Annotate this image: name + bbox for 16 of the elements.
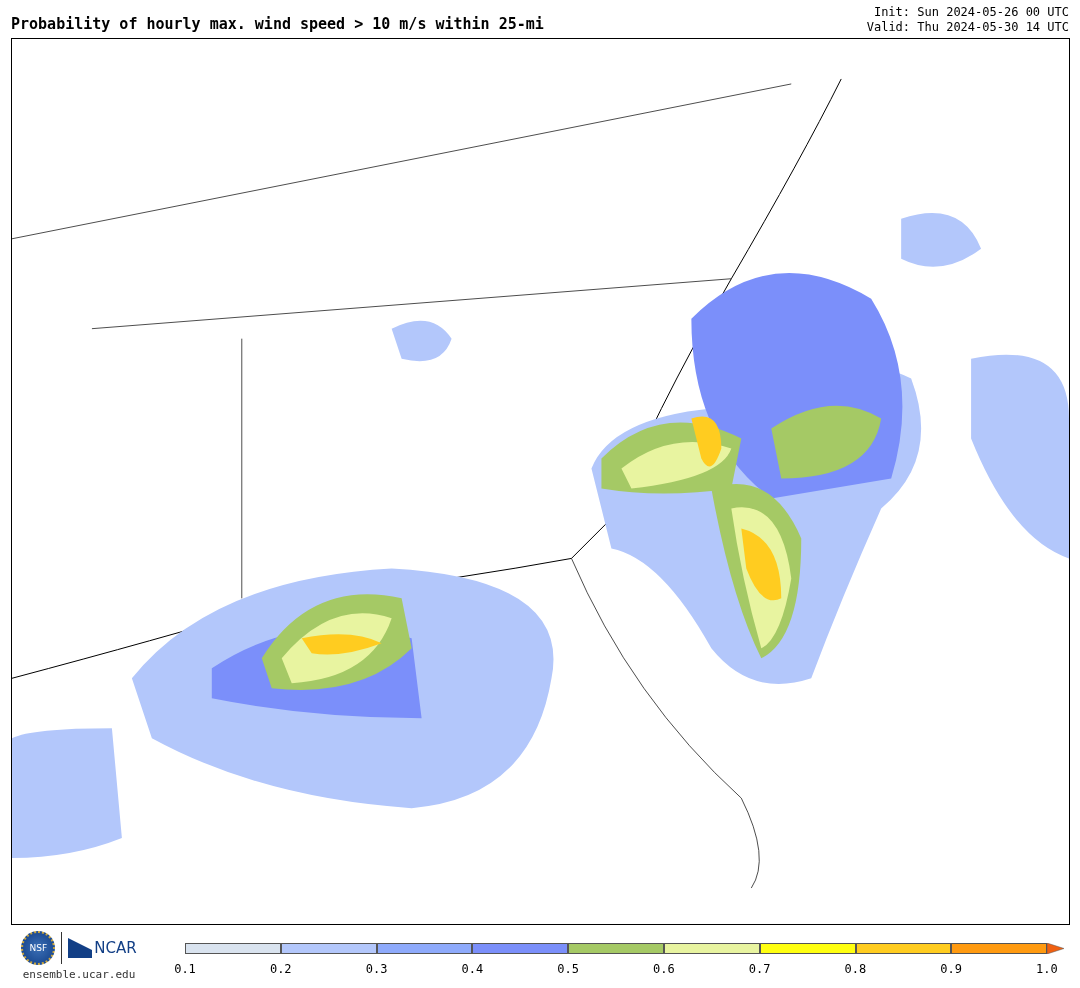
colorbar-tick-label: 0.3: [364, 962, 389, 976]
colorbar-tick-label: 0.7: [747, 962, 772, 976]
colorbar-tick-label: 0.9: [939, 962, 963, 976]
colorbar-tick-label: 0.6: [652, 962, 676, 976]
init-time: Init: Sun 2024-05-26 00 UTC: [873, 5, 1069, 20]
nsf-logo: NSF: [21, 931, 56, 965]
colorbar-tick-label: 0.5: [556, 962, 580, 976]
colorbar-tick-label: 0.1: [173, 962, 197, 976]
colorbar-tick-label: 0.2: [268, 962, 293, 976]
colorbar-tick-label: 1.0: [1035, 962, 1059, 976]
ncar-logo: NCAR: [68, 938, 137, 958]
colorbar-tick-label: 0.4: [460, 962, 485, 976]
website-url: ensemble.ucar.edu: [22, 968, 136, 981]
chart-title: Probability of hourly max. wind speed > 10 m/s within 25-mi: [11, 15, 544, 35]
valid-time: Valid: Thu 2024-05-30 14 UTC: [866, 20, 1069, 35]
colorbar-tick-label: 0.8: [843, 962, 868, 976]
